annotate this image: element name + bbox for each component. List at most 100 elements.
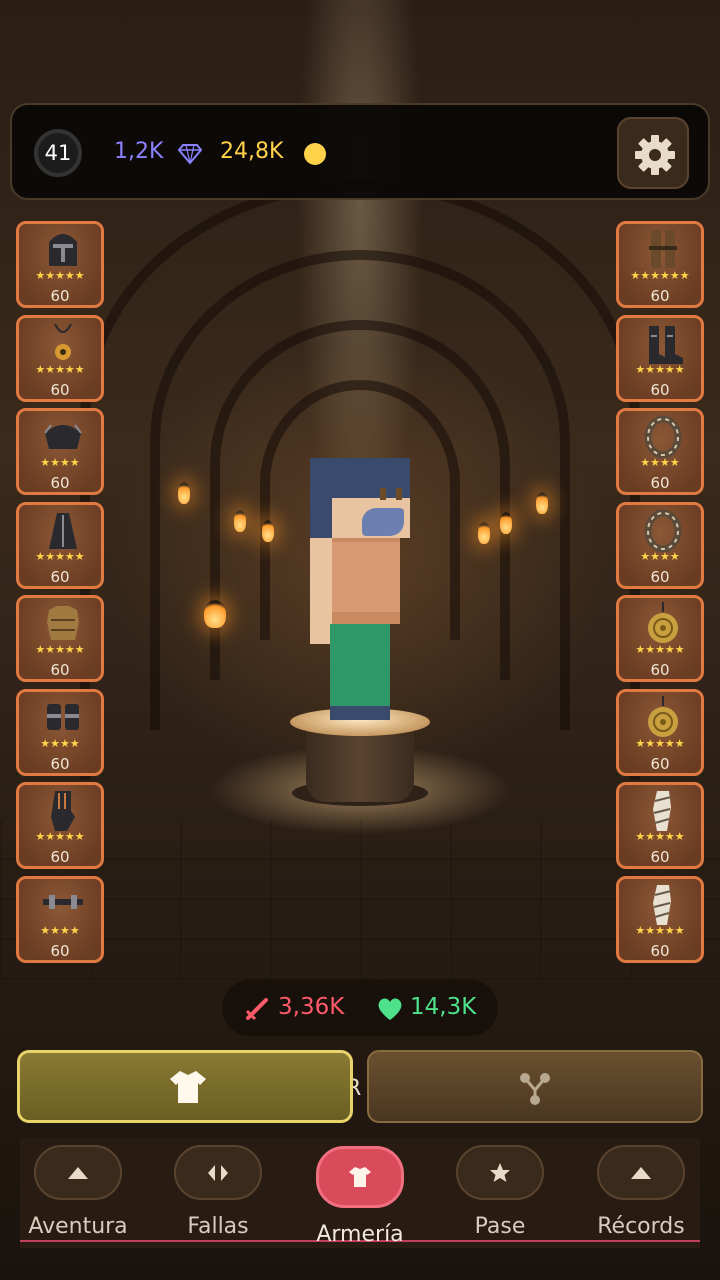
nav-armería-button[interactable] — [316, 1146, 404, 1208]
left-equipment-slot[interactable]: ★★★★★ 60 — [16, 314, 104, 402]
rarity-stars: ★★★★★ — [35, 269, 85, 282]
gauntlet-icon — [51, 791, 75, 831]
character-arm — [310, 538, 332, 644]
character-stats: 3,36K 14,3K — [222, 980, 498, 1036]
left-equipment-slot[interactable]: ★★★★★ 60 — [16, 221, 104, 308]
item-level: 60 — [50, 754, 70, 773]
item-level: 60 — [50, 941, 70, 960]
rarity-stars: ★★★★ — [40, 736, 80, 750]
character-eye — [396, 488, 402, 500]
health-value: 14,3K — [410, 994, 477, 1020]
right-equipment-slot[interactable]: ★★★★★ 60 — [616, 314, 704, 402]
bandage-wrap-icon — [653, 884, 672, 925]
boots-icon — [649, 325, 683, 364]
torch-flame — [500, 512, 512, 534]
item-level: 60 — [650, 287, 670, 305]
character-eye — [380, 488, 386, 500]
gem-count: 1,2K — [114, 139, 164, 164]
amulet-icon — [54, 323, 72, 360]
nav-label[interactable]: Fallas — [143, 1214, 293, 1239]
item-level: 60 — [650, 754, 670, 773]
helmet-icon — [49, 234, 77, 266]
bandage-wrap-icon — [653, 791, 672, 831]
left-equipment-slot[interactable]: ★★★★★ 60 — [16, 595, 104, 682]
item-level: 60 — [650, 474, 670, 492]
nav-pase-button[interactable] — [456, 1145, 544, 1200]
triangle-icon — [68, 1166, 88, 1179]
attack-value: 3,36K — [278, 994, 345, 1020]
left-equipment-slot[interactable]: ★★★★ 60 — [16, 408, 104, 495]
diamond-arrows-icon — [208, 1164, 228, 1181]
character-hair — [310, 458, 410, 498]
player-level-badge[interactable]: 41 — [34, 129, 82, 177]
nav-fallas-button[interactable] — [174, 1145, 262, 1200]
crossbow-icon — [43, 894, 83, 909]
pauldron-icon — [44, 424, 82, 449]
triangle-icon — [631, 1166, 651, 1179]
item-level: 60 — [50, 287, 70, 305]
left-equipment-slot[interactable]: ★★★★★ 60 — [16, 501, 104, 589]
ring-icon — [644, 509, 682, 552]
nav-label[interactable]: Pase — [425, 1214, 575, 1239]
item-level: 60 — [50, 567, 70, 586]
rarity-stars: ★★★★★ — [35, 549, 85, 563]
gear-icon — [635, 135, 675, 175]
right-equipment-slot[interactable]: ★★★★★ 60 — [616, 782, 704, 869]
rarity-stars: ★★★★ — [40, 456, 80, 469]
rarity-stars: ★★★★★ — [635, 830, 685, 843]
coin-count: 24,8K — [220, 139, 284, 164]
right-equipment-slot[interactable]: ★★★★★★ 60 — [616, 221, 704, 308]
rarity-stars: ★★★★★ — [35, 643, 85, 656]
fire-pit — [204, 600, 226, 628]
nav-label[interactable]: Récords — [566, 1214, 716, 1239]
character-hair — [310, 498, 332, 538]
tab-armor[interactable] — [17, 1050, 353, 1123]
character-legs — [330, 624, 390, 706]
sword-icon — [245, 998, 268, 1021]
item-level: 60 — [50, 661, 70, 679]
character-beard — [362, 508, 404, 536]
cloak-icon — [49, 512, 77, 549]
right-equipment-slot[interactable]: ★★★★★ 60 — [616, 688, 704, 776]
item-level: 60 — [650, 661, 670, 679]
nav-label[interactable]: Aventura — [3, 1214, 153, 1239]
torch-flame — [178, 482, 190, 504]
bracers-icon — [47, 703, 79, 730]
diamond-icon — [178, 144, 202, 165]
resource-bar: 41 1,2K 24,8K — [10, 103, 710, 200]
rarity-stars: ★★★★ — [40, 923, 80, 937]
nav-récords-button[interactable] — [597, 1145, 685, 1200]
item-level: 60 — [650, 848, 670, 866]
right-equipment-slot[interactable]: ★★★★★ 60 — [616, 595, 704, 682]
right-equipment-slot[interactable]: ★★★★ 60 — [616, 501, 704, 589]
tab-skill-tree[interactable] — [367, 1050, 703, 1123]
torch-flame — [234, 510, 246, 532]
left-equipment-slot[interactable]: ★★★★ 60 — [16, 875, 104, 963]
medallion-icon — [648, 695, 678, 737]
nav-aventura-button[interactable] — [34, 1145, 122, 1200]
left-equipment-slot[interactable]: ★★★★ 60 — [16, 688, 104, 776]
nav-label[interactable]: Armería — [285, 1222, 435, 1247]
torch-flame — [478, 522, 490, 544]
rarity-stars: ★★★★★ — [35, 362, 85, 376]
leg-armor-icon — [649, 230, 677, 268]
coin-icon — [304, 143, 326, 165]
chest-armor-icon — [47, 606, 79, 640]
rarity-stars: ★★★★★ — [635, 736, 685, 750]
settings-button[interactable] — [617, 117, 689, 189]
rarity-stars: ★★★★★ — [635, 362, 685, 376]
right-equipment-slot[interactable]: ★★★★ 60 — [616, 408, 704, 495]
shirt-icon — [349, 1167, 371, 1187]
left-equipment-slot[interactable]: ★★★★★ 60 — [16, 782, 104, 869]
item-level: 60 — [650, 567, 670, 586]
right-equipment-slot[interactable]: ★★★★★ 60 — [616, 875, 704, 963]
medallion-icon — [648, 602, 678, 643]
star-icon — [490, 1162, 510, 1182]
floor-tiles — [0, 820, 720, 980]
rarity-stars: ★★★★★ — [635, 923, 685, 937]
item-level: 60 — [650, 380, 670, 399]
item-level: 60 — [50, 848, 70, 866]
item-level: 60 — [50, 474, 70, 492]
rarity-stars: ★★★★★ — [35, 830, 85, 843]
rarity-stars: ★★★★★ — [635, 643, 685, 656]
